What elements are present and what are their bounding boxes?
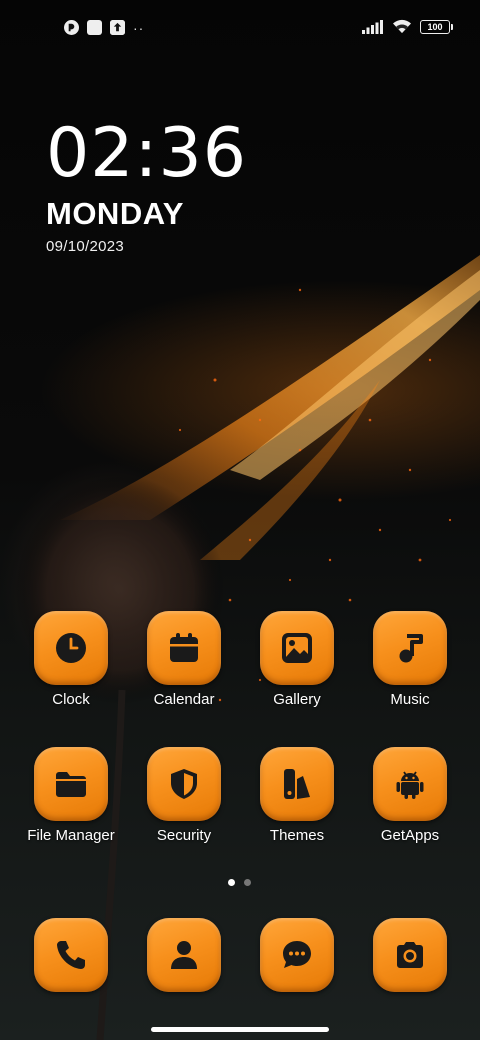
- app-getapps[interactable]: GetApps: [355, 747, 465, 844]
- android-icon: [396, 771, 424, 799]
- app-calendar[interactable]: Calendar: [129, 611, 239, 708]
- battery-indicator: 100: [420, 19, 453, 34]
- app-themes[interactable]: Themes: [242, 747, 352, 844]
- app-tile: [34, 918, 108, 992]
- app-tile: [260, 611, 334, 685]
- app-label: Clock: [52, 691, 90, 708]
- app-label: File Manager: [27, 827, 115, 844]
- app-security[interactable]: Security: [129, 747, 239, 844]
- dock-contacts[interactable]: [129, 918, 239, 992]
- status-bar: ·· 100: [0, 0, 480, 56]
- app-label: Security: [156, 827, 212, 844]
- page-dot: [244, 879, 251, 886]
- clock-widget[interactable]: 02:36 MONDAY 09/10/2023: [46, 114, 247, 256]
- camera-icon: [397, 942, 423, 968]
- folder-icon: [56, 772, 86, 797]
- gallery-icon: [282, 633, 312, 663]
- home-gesture-bar[interactable]: [151, 1027, 329, 1032]
- clock-icon: [56, 633, 86, 663]
- app-label: Themes: [269, 827, 325, 844]
- dock-messages[interactable]: [242, 918, 352, 992]
- app-gallery[interactable]: Gallery: [242, 611, 352, 708]
- app-tile: [147, 747, 221, 821]
- app-tile: [34, 611, 108, 685]
- widget-day: MONDAY: [46, 196, 184, 231]
- more-notifications-indicator: ··: [133, 19, 145, 36]
- messages-icon: [283, 941, 311, 968]
- page-dot-active: [228, 879, 235, 886]
- upload-notification-icon: [110, 20, 125, 35]
- app-label: GetApps: [380, 827, 440, 844]
- dock-camera[interactable]: [355, 918, 465, 992]
- app-tile: [260, 747, 334, 821]
- contacts-icon: [171, 941, 197, 969]
- calendar-icon: [170, 633, 198, 662]
- app-tile: [373, 611, 447, 685]
- app-tile: [147, 611, 221, 685]
- square-notification-icon: [87, 20, 102, 35]
- app-music[interactable]: Music: [355, 611, 465, 708]
- signal-icon: [362, 19, 383, 34]
- app-label: Music: [390, 691, 430, 708]
- app-tile: [373, 747, 447, 821]
- app-tile: [260, 918, 334, 992]
- phone-icon: [57, 941, 85, 969]
- app-tile: [147, 918, 221, 992]
- app-tile: [373, 918, 447, 992]
- themes-icon: [284, 769, 310, 799]
- app-notification-icon: [64, 20, 79, 35]
- app-tile: [34, 747, 108, 821]
- app-label: Calendar: [153, 691, 215, 708]
- widget-time: 02:36: [46, 114, 247, 193]
- notification-icons: ··: [64, 20, 144, 35]
- app-clock[interactable]: Clock: [16, 611, 126, 708]
- battery-level: 100: [427, 21, 443, 32]
- shield-icon: [171, 769, 197, 799]
- app-file-manager[interactable]: File Manager: [16, 747, 126, 844]
- widget-date: 09/10/2023: [46, 238, 125, 255]
- app-label: Gallery: [273, 691, 321, 708]
- page-indicator[interactable]: [228, 879, 251, 886]
- dock-phone[interactable]: [16, 918, 126, 992]
- music-note-icon: [399, 634, 423, 663]
- system-icons: 100: [362, 19, 453, 34]
- wifi-icon: [393, 19, 411, 33]
